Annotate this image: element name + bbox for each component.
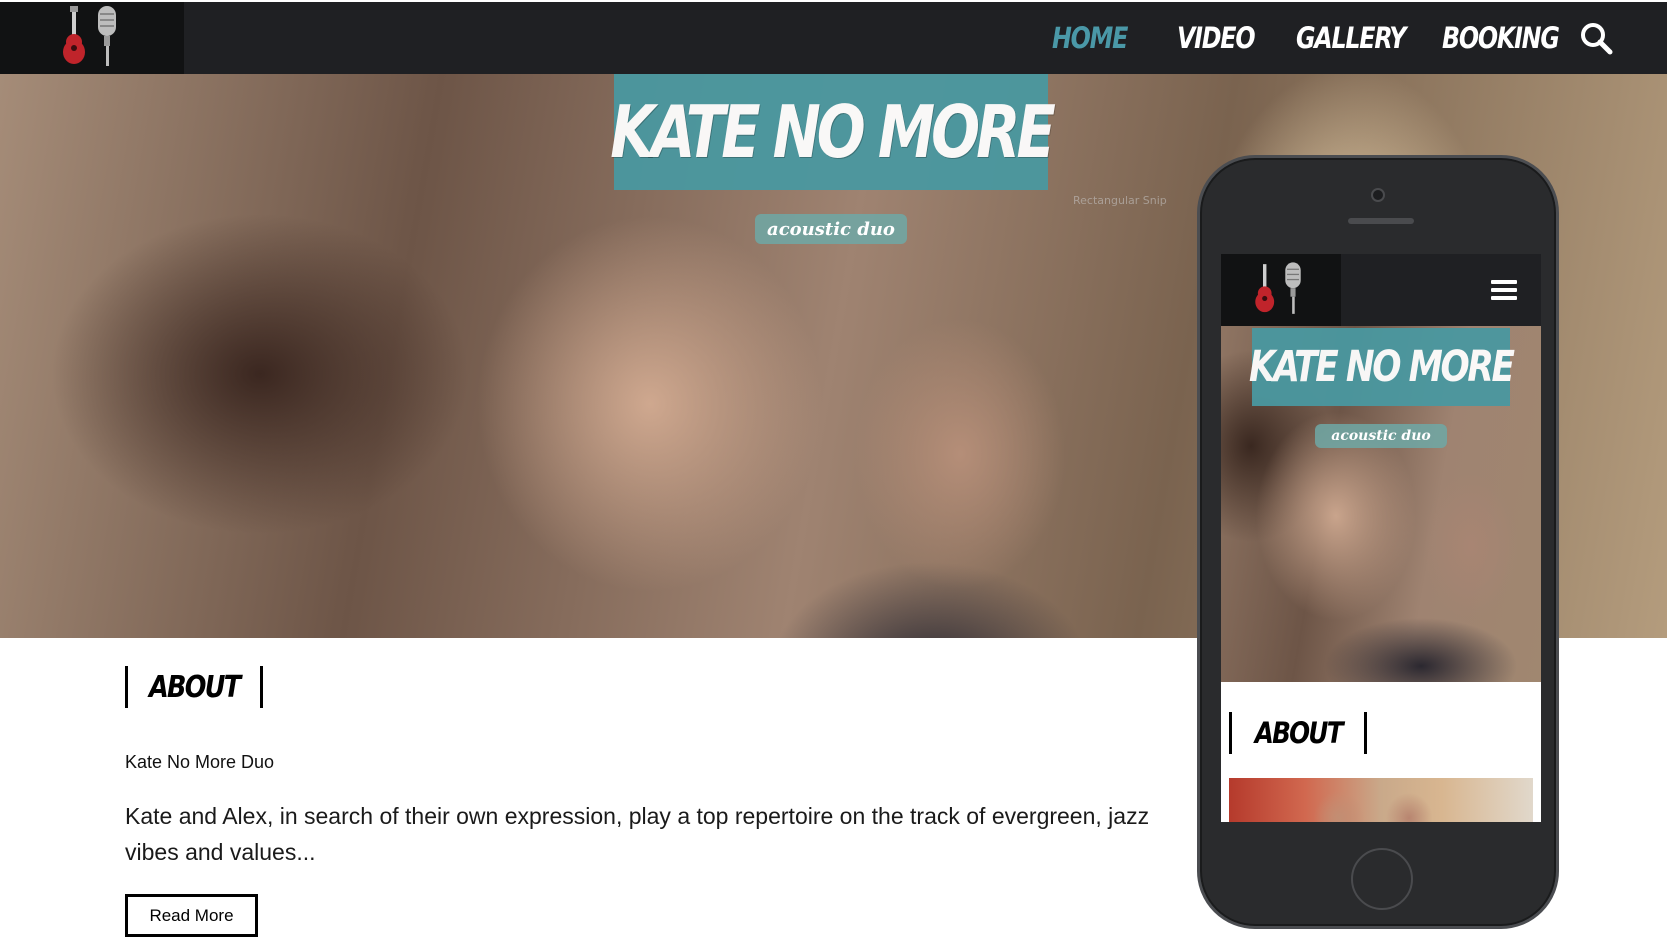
phone-speaker xyxy=(1348,218,1414,224)
about-subtitle: Kate No More Duo xyxy=(125,752,275,772)
phone-about-heading-box: ABOUT xyxy=(1229,712,1367,754)
phone-hero-title: KATE NO MORE xyxy=(1249,342,1515,392)
nav-video[interactable]: VIDEO xyxy=(1177,16,1256,60)
hamburger-menu-icon[interactable] xyxy=(1491,278,1517,302)
phone-hero-banner: KATE NO MORE acoustic duo xyxy=(1221,326,1541,682)
nav-booking[interactable]: BOOKING xyxy=(1442,16,1560,60)
phone-home-button xyxy=(1351,848,1413,910)
about-heading-box: ABOUT xyxy=(125,666,263,708)
guitar-microphone-logo-icon xyxy=(63,6,116,66)
phone-site-logo[interactable] xyxy=(1221,254,1341,326)
top-navbar: HOME VIDEO GALLERY BOOKING xyxy=(0,2,1667,74)
hero-title: KATE NO MORE xyxy=(610,90,1056,174)
phone-hero-title-box: KATE NO MORE xyxy=(1249,328,1515,406)
nav-gallery[interactable]: GALLERY xyxy=(1296,16,1406,60)
phone-hero-subtitle: acoustic duo xyxy=(1331,428,1431,444)
phone-mockup: KATE NO MORE acoustic duo ABOUT xyxy=(1197,155,1559,929)
read-more-button[interactable]: Read More xyxy=(125,894,258,937)
nav-home[interactable]: HOME xyxy=(1052,16,1128,60)
search-icon[interactable] xyxy=(1578,20,1614,56)
phone-about-heading: ABOUT xyxy=(1254,716,1343,750)
about-text: Kate and Alex, in search of their own ex… xyxy=(125,803,1150,865)
hero-title-box: KATE NO MORE xyxy=(610,74,1056,190)
phone-about-photo xyxy=(1229,778,1533,822)
about-heading: ABOUT xyxy=(148,669,241,705)
phone-hero-subtitle-badge: acoustic duo xyxy=(1315,424,1447,448)
guitar-microphone-logo-icon xyxy=(1255,262,1301,314)
site-logo[interactable] xyxy=(0,2,184,74)
phone-navbar xyxy=(1221,254,1541,326)
hero-subtitle: acoustic duo xyxy=(767,218,895,240)
phone-screen: KATE NO MORE acoustic duo ABOUT xyxy=(1221,254,1541,822)
snip-tooltip: Rectangular Snip xyxy=(1073,194,1167,207)
phone-camera xyxy=(1371,188,1385,202)
hero-subtitle-badge: acoustic duo xyxy=(755,214,907,244)
